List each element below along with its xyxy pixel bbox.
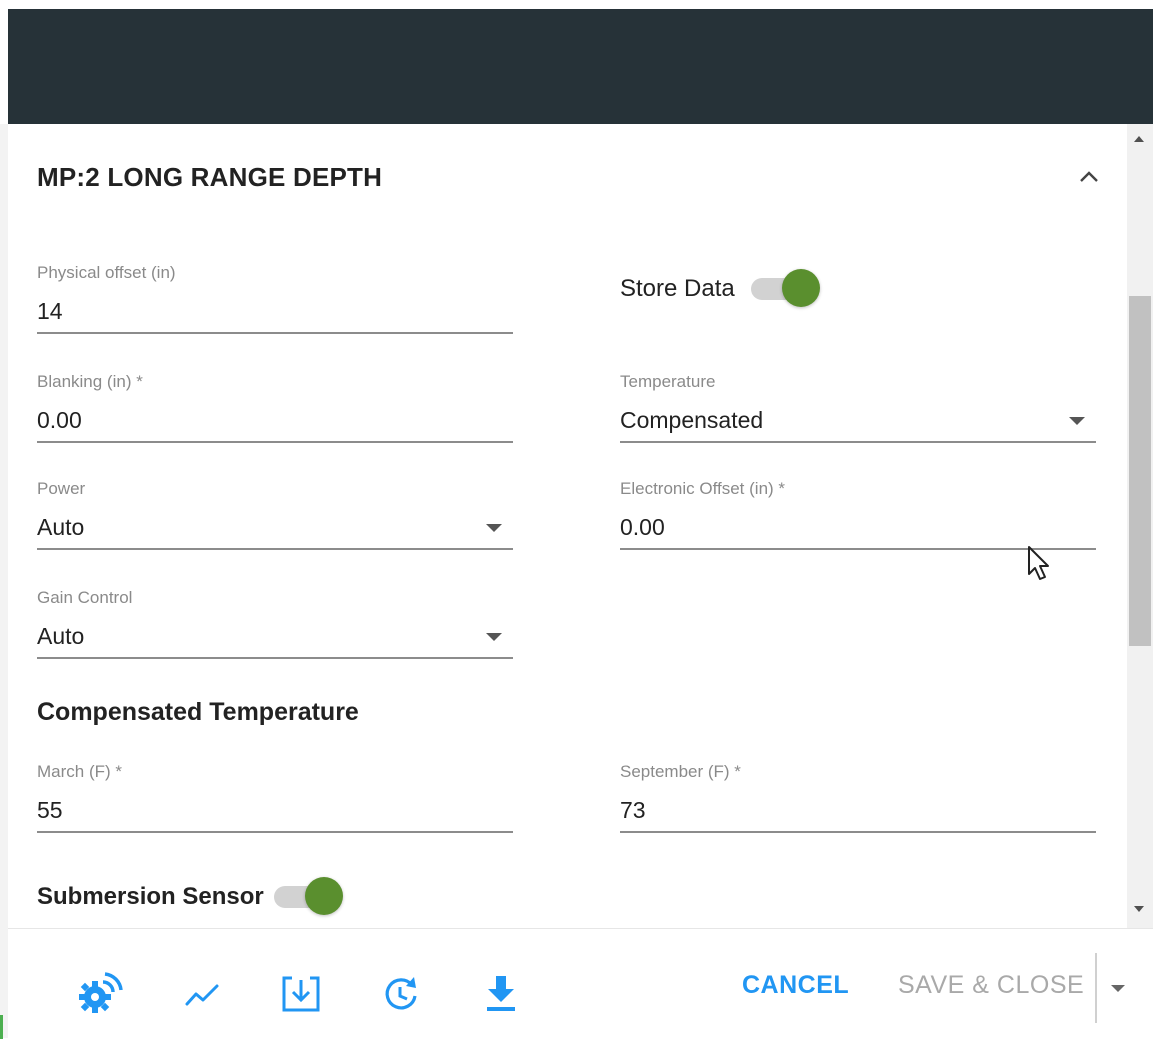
download-icon[interactable] — [476, 969, 526, 1019]
blanking-field[interactable]: Blanking (in) * 0.00 — [37, 371, 513, 443]
temperature-value: Compensated — [620, 407, 764, 433]
store-data-label: Store Data — [620, 275, 735, 302]
app-header-bar — [0, 0, 1153, 124]
submersion-sensor-row: Submersion Sensor — [37, 877, 344, 917]
march-label: March (F) * — [37, 762, 122, 781]
store-data-toggle[interactable] — [750, 269, 821, 309]
cancel-button[interactable]: CANCEL — [742, 971, 849, 1000]
header-top-edge — [0, 0, 1153, 9]
history-icon[interactable] — [376, 969, 426, 1019]
physical-offset-value[interactable]: 14 — [37, 294, 513, 328]
dropdown-caret-icon[interactable] — [486, 524, 502, 532]
save-and-close-button[interactable]: SAVE & CLOSE — [898, 971, 1084, 1000]
september-underline — [620, 831, 1096, 833]
toggle-knob — [781, 269, 820, 307]
temperature-select[interactable]: Temperature Compensated — [620, 371, 1096, 443]
power-underline — [37, 548, 513, 550]
physical-offset-label: Physical offset (in) — [37, 263, 176, 282]
electronic-offset-field[interactable]: Electronic Offset (in) * 0.00 — [620, 478, 1096, 550]
dialog-content[interactable]: MP:2 LONG RANGE DEPTH Physical offset (i… — [8, 124, 1126, 928]
scroll-up-arrow-icon[interactable] — [1134, 136, 1144, 142]
footer-left-edge — [0, 1015, 3, 1039]
store-data-row: Store Data — [620, 269, 821, 309]
gain-control-label: Gain Control — [37, 588, 133, 607]
scroll-down-arrow-icon[interactable] — [1134, 906, 1144, 912]
button-divider — [1095, 953, 1097, 1023]
mouse-pointer-icon — [1028, 546, 1049, 580]
more-options-caret-icon[interactable] — [1111, 985, 1125, 992]
header-left-edge — [0, 0, 8, 124]
physical-offset-field[interactable]: Physical offset (in) 14 — [37, 262, 513, 334]
march-field[interactable]: March (F) * 55 — [37, 761, 513, 833]
physical-offset-underline — [37, 332, 513, 334]
march-underline — [37, 831, 513, 833]
submersion-sensor-toggle[interactable] — [273, 877, 344, 917]
electronic-offset-value[interactable]: 0.00 — [620, 510, 1096, 544]
temperature-label: Temperature — [620, 372, 716, 391]
section-title: MP:2 LONG RANGE DEPTH — [37, 162, 383, 192]
settings-signal-icon[interactable] — [74, 969, 124, 1019]
dropdown-caret-icon[interactable] — [1069, 417, 1085, 425]
blanking-underline — [37, 441, 513, 443]
toggle-knob — [304, 877, 343, 915]
power-label: Power — [37, 479, 86, 498]
gain-control-underline — [37, 657, 513, 659]
dialog-footer: CANCEL SAVE & CLOSE — [0, 928, 1153, 1039]
blanking-label: Blanking (in) * — [37, 372, 143, 391]
power-select[interactable]: Power Auto — [37, 478, 513, 550]
electronic-offset-label: Electronic Offset (in) * — [620, 479, 786, 498]
september-value[interactable]: 73 — [620, 793, 1096, 827]
gain-control-select[interactable]: Gain Control Auto — [37, 587, 513, 659]
power-value-row[interactable]: Auto — [37, 510, 513, 544]
left-edge-strip — [0, 124, 8, 1038]
september-field[interactable]: September (F) * 73 — [620, 761, 1096, 833]
download-box-icon[interactable] — [276, 969, 326, 1019]
chevron-up-icon[interactable] — [1074, 162, 1104, 192]
gain-control-value: Auto — [37, 623, 85, 649]
submersion-sensor-label: Submersion Sensor — [37, 883, 264, 910]
march-value[interactable]: 55 — [37, 793, 513, 827]
trend-chart-icon[interactable] — [178, 969, 228, 1019]
dropdown-caret-icon[interactable] — [486, 633, 502, 641]
blanking-value[interactable]: 0.00 — [37, 403, 513, 437]
temperature-underline — [620, 441, 1096, 443]
gain-control-value-row[interactable]: Auto — [37, 619, 513, 653]
temperature-value-row[interactable]: Compensated — [620, 403, 1096, 437]
september-label: September (F) * — [620, 762, 741, 781]
scrollbar-thumb[interactable] — [1129, 296, 1151, 646]
compensated-temperature-heading: Compensated Temperature — [37, 698, 359, 726]
vertical-scrollbar[interactable] — [1127, 124, 1153, 928]
power-value: Auto — [37, 514, 85, 540]
